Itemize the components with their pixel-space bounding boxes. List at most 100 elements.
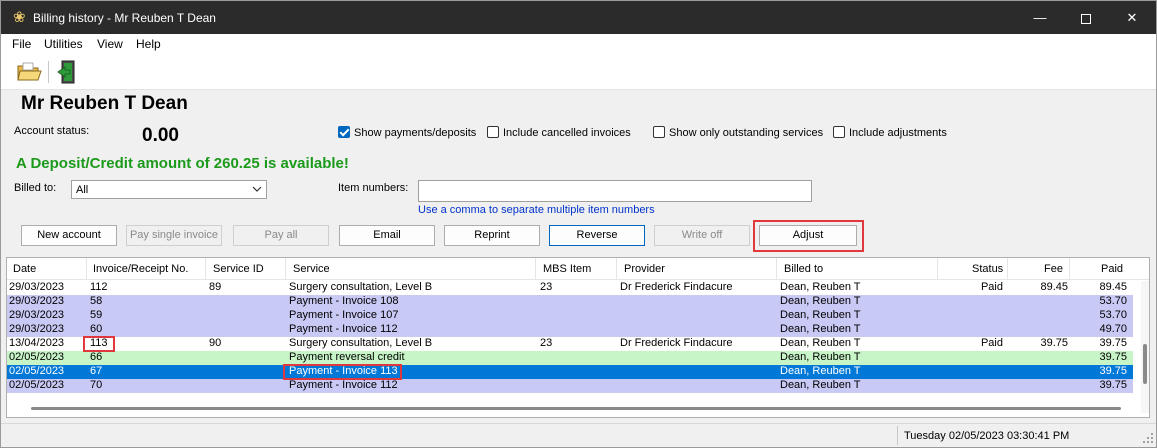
cell-paid: 39.75 [1099,337,1127,349]
show-payments-checkbox[interactable]: Show payments/deposits [338,126,476,139]
item-numbers-input[interactable] [418,180,812,202]
col-date[interactable]: Date [13,263,36,275]
reprint-button[interactable]: Reprint [444,225,540,246]
cell-service-id: 90 [209,337,222,349]
cell-status: Paid [980,337,1003,349]
close-button[interactable]: ✕ [1109,1,1155,34]
minimize-button[interactable]: — [1017,1,1063,34]
column-divider [535,258,536,280]
col-service-id[interactable]: Service ID [213,263,264,275]
column-divider [1007,258,1008,280]
cell-service: Payment - Invoice 108 [289,295,399,307]
email-button[interactable]: Email [339,225,435,246]
table-row[interactable]: 13/04/2023 113 90 Surgery consultation, Lev… [7,337,1133,351]
cell-status: Paid [980,281,1003,293]
cell-service: Payment - Invoice 112 [289,379,398,391]
cell-invoice: 70 [90,379,103,391]
exit-door-icon[interactable] [56,59,80,85]
new-account-button[interactable]: New account [21,225,117,246]
table-row[interactable]: 02/05/2023 67 Payment - Invoice 113 Dean, R… [7,365,1133,379]
cell-paid: 39.75 [1099,351,1127,363]
table-row[interactable]: 29/03/2023 58 Payment - Invoice 108 Dean, R… [7,295,1133,309]
billed-to-select[interactable]: All [71,180,267,199]
menu-help[interactable]: Help [136,37,161,51]
column-divider [616,258,617,280]
billed-to-value: All [76,184,89,196]
table-header: Date Invoice/Receipt No. Service ID Serv… [7,258,1149,280]
table-row[interactable]: 02/05/2023 70 Payment - Invoice 112 Dean, R… [7,379,1133,393]
invoice-113-highlight-box [83,336,115,352]
maximize-button[interactable] [1063,1,1109,34]
cell-paid: 53.70 [1099,309,1127,321]
cell-billed-to: Dean, Reuben T [780,337,861,349]
col-status[interactable]: Status [972,263,1003,275]
cell-mbs-item: 23 [540,337,553,349]
write-off-button[interactable]: Write off [654,225,750,246]
col-invoice-receipt[interactable]: Invoice/Receipt No. [93,263,188,275]
table-row[interactable]: 29/03/2023 59 Payment - Invoice 107 Dean, R… [7,309,1133,323]
table-row[interactable]: 29/03/2023 60 Payment - Invoice 112 Dean, R… [7,323,1133,337]
cell-invoice: 112 [90,281,108,293]
reverse-button[interactable]: Reverse [549,225,645,246]
menu-file[interactable]: File [12,37,31,51]
billing-history-table: Date Invoice/Receipt No. Service ID Serv… [6,257,1150,418]
window-title: Billing history - Mr Reuben T Dean [33,11,216,25]
cell-date: 29/03/2023 [9,323,65,335]
scrollbar-thumb[interactable] [31,407,1121,410]
pay-single-invoice-button[interactable]: Pay single invoice [126,225,222,246]
show-outstanding-checkbox[interactable]: Show only outstanding services [653,126,823,139]
resize-grip-icon[interactable] [1142,432,1154,444]
cell-date: 02/05/2023 [9,351,65,363]
cell-billed-to: Dean, Reuben T [780,351,861,363]
col-provider[interactable]: Provider [624,263,665,275]
col-billed-to[interactable]: Billed to [784,263,823,275]
cell-service: Payment - Invoice 107 [289,309,399,321]
cell-billed-to: Dean, Reuben T [780,309,861,321]
app-logo-icon: ❀ [13,9,26,26]
col-mbs-item[interactable]: MBS Item [543,263,591,275]
col-paid[interactable]: Paid [1101,263,1123,275]
include-adjustments-checkbox[interactable]: Include adjustments [833,126,947,139]
cell-provider: Dr Frederick Findacure [620,337,733,349]
menu-bar: File Utilities View Help [1,34,1156,54]
vertical-scrollbar[interactable] [1141,281,1149,413]
status-datetime: Tuesday 02/05/2023 03:30:41 PM [904,430,1070,442]
open-folder-icon[interactable] [16,60,42,84]
cell-service: Payment - Invoice 112 [289,323,398,335]
cell-invoice: 59 [90,309,103,321]
item-numbers-label: Item numbers: [338,182,409,194]
checkbox-empty-icon [833,126,845,138]
cell-paid: 39.75 [1099,365,1127,377]
cell-billed-to: Dean, Reuben T [780,295,861,307]
minimize-icon: — [1033,10,1047,25]
cell-service-id: 89 [209,281,222,293]
title-bar[interactable]: ❀ Billing history - Mr Reuben T Dean — ✕ [1,1,1156,34]
cell-fee: 89.45 [1040,281,1068,293]
menu-view[interactable]: View [97,37,123,51]
cell-fee: 39.75 [1040,337,1068,349]
cell-billed-to: Dean, Reuben T [780,379,861,391]
close-icon: ✕ [1126,10,1138,25]
cell-service: Surgery consultation, Level B [289,337,433,349]
payment-invoice-113-highlight-box [283,364,402,380]
cell-service: Payment reversal credit [289,351,405,363]
table-row[interactable]: 29/03/2023 112 89 Surgery consultation, Lev… [7,281,1133,295]
scrollbar-thumb[interactable] [1143,344,1147,384]
patient-name: Mr Reuben T Dean [21,93,188,114]
col-fee[interactable]: Fee [1044,263,1063,275]
pay-all-button[interactable]: Pay all [233,225,329,246]
include-cancelled-checkbox[interactable]: Include cancelled invoices [487,126,631,139]
column-divider [937,258,938,280]
item-numbers-hint: Use a comma to separate multiple item nu… [418,204,655,216]
column-divider [776,258,777,280]
menu-utilities[interactable]: Utilities [44,37,83,51]
toolbar-separator [48,61,49,83]
table-row[interactable]: 02/05/2023 66 Payment reversal credit Dean,… [7,351,1133,365]
horizontal-scrollbar[interactable] [27,406,1137,412]
col-service[interactable]: Service [293,263,330,275]
account-status-value: 0.00 [142,125,179,146]
checkbox-checked-icon [338,126,350,138]
billing-content: Mr Reuben T Dean Account status: 0.00 Sh… [1,91,1156,423]
cell-invoice: 66 [90,351,103,363]
cell-provider: Dr Frederick Findacure [620,281,733,293]
